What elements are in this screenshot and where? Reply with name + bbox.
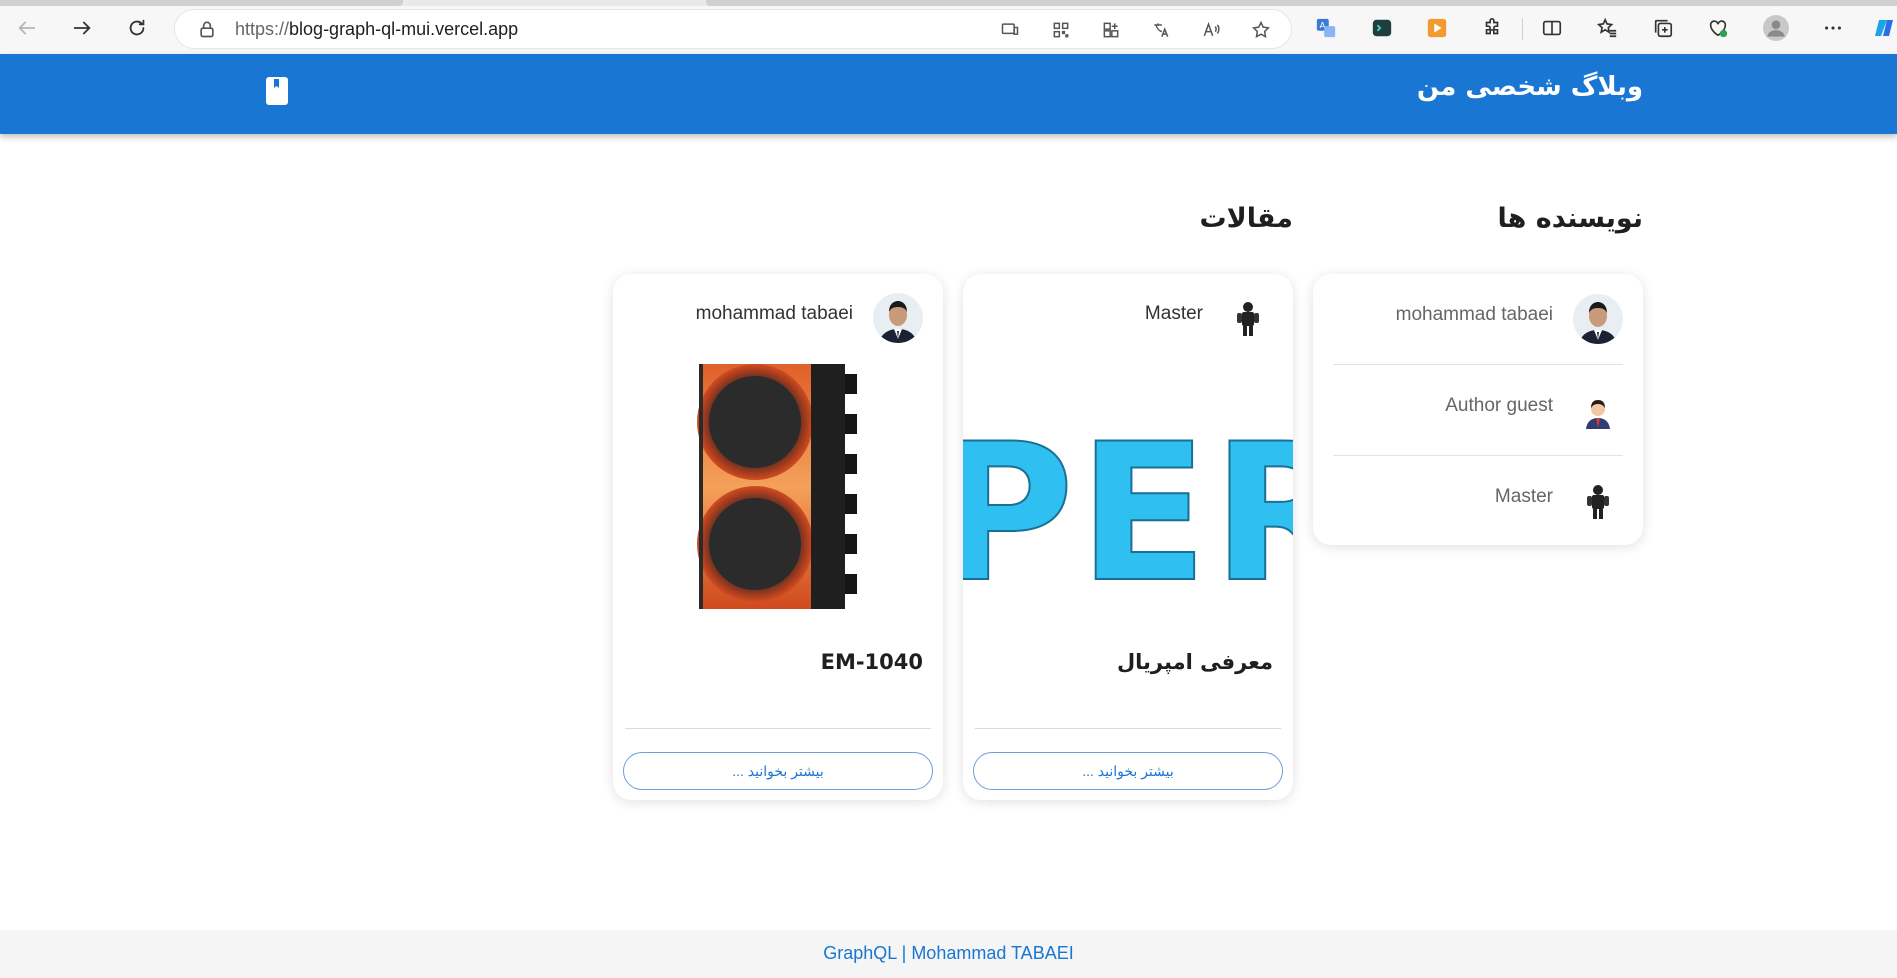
collections-icon[interactable] xyxy=(1650,15,1676,41)
apps-icon[interactable] xyxy=(1100,19,1122,41)
author-name: Master xyxy=(1494,486,1553,507)
person-suit-icon xyxy=(873,293,923,343)
translator-extension-icon[interactable]: A xyxy=(1313,15,1339,41)
footer: GraphQL | Mohammad TABAEI xyxy=(0,930,1897,978)
post-author-name: Master xyxy=(1144,303,1203,324)
post-title[interactable]: معرفی امپریال xyxy=(1117,650,1273,674)
url-scheme: https:// xyxy=(235,19,290,39)
author-item[interactable]: Author guest xyxy=(1333,365,1623,456)
tab-strip xyxy=(0,0,1897,6)
url-text[interactable]: https://blog-graph-ql-mui.vercel.app xyxy=(235,19,518,40)
reload-icon xyxy=(129,19,145,36)
footer-text: GraphQL | Mohammad TABAEI xyxy=(823,943,1074,963)
read-more-button[interactable]: بیشتر بخوانید ... xyxy=(973,752,1283,790)
translate-icon[interactable] xyxy=(1150,19,1172,41)
url-host: blog-graph-ql-mui.vercel.app xyxy=(289,19,519,39)
cast-icon[interactable] xyxy=(999,19,1021,41)
favorites-icon[interactable] xyxy=(1594,15,1620,41)
figure-black-icon xyxy=(1573,476,1623,526)
figure-black-icon xyxy=(1223,293,1273,343)
play-extension-icon[interactable] xyxy=(1424,15,1450,41)
read-aloud-icon[interactable] xyxy=(1200,19,1222,41)
forward-button[interactable] xyxy=(66,12,98,44)
site-title[interactable]: وبلاگ شخصی من xyxy=(1417,72,1643,102)
address-bar[interactable]: https://blog-graph-ql-mui.vercel.app xyxy=(174,9,1292,49)
browser-tab[interactable] xyxy=(706,0,1897,6)
post-image-text: PER xyxy=(963,403,1293,609)
post-author: mohammad tabaei xyxy=(633,293,923,343)
terminal-extension-icon[interactable] xyxy=(1369,15,1395,41)
divider xyxy=(625,728,931,729)
authors-list: mohammad tabaei Author guest Master xyxy=(1313,274,1643,545)
copilot-icon[interactable] xyxy=(1872,15,1897,41)
post-title[interactable]: EM-1040 xyxy=(821,650,923,674)
divider xyxy=(975,728,1281,729)
read-more-button[interactable]: بیشتر بخوانید ... xyxy=(623,752,933,790)
author-name: mohammad tabaei xyxy=(1395,304,1553,325)
post-author: Master xyxy=(983,293,1273,343)
reload-button[interactable] xyxy=(121,12,153,44)
browser-toolbar: https://blog-graph-ql-mui.vercel.app A xyxy=(0,0,1897,56)
browser-essentials-icon[interactable] xyxy=(1705,15,1731,41)
person-suit-icon xyxy=(1573,294,1623,344)
lock-icon xyxy=(200,21,214,38)
post-card: mohammad tabaei EM-1040 بیشتر بخوانید ..… xyxy=(613,274,943,800)
author-name: Author guest xyxy=(1445,395,1553,416)
post-image-speaker xyxy=(613,364,943,609)
post-image-imperial: PER xyxy=(963,364,1293,609)
book-icon[interactable] xyxy=(265,76,289,106)
profile-avatar-icon[interactable] xyxy=(1763,15,1789,41)
arrow-left-icon xyxy=(18,21,36,35)
split-screen-icon[interactable] xyxy=(1539,15,1565,41)
favorite-star-icon[interactable] xyxy=(1250,19,1272,41)
app-header: وبلاگ شخصی من xyxy=(0,54,1897,134)
more-options-icon[interactable] xyxy=(1820,15,1846,41)
person-cartoon-icon xyxy=(1573,385,1623,435)
author-item[interactable]: Master xyxy=(1333,456,1623,546)
post-card: Master PER معرفی امپریال بیشتر بخوانید .… xyxy=(963,274,1293,800)
browser-tab[interactable] xyxy=(0,0,403,6)
authors-section-title: نویسنده ها xyxy=(1497,203,1644,234)
back-button[interactable] xyxy=(11,12,43,44)
toolbar-divider xyxy=(1522,18,1523,40)
articles-section-title: مقالات xyxy=(1199,203,1293,234)
post-author-name: mohammad tabaei xyxy=(695,303,853,324)
extensions-puzzle-icon[interactable] xyxy=(1479,15,1505,41)
arrow-right-icon xyxy=(73,21,91,35)
qr-code-icon[interactable] xyxy=(1050,19,1072,41)
author-item[interactable]: mohammad tabaei xyxy=(1333,274,1623,365)
